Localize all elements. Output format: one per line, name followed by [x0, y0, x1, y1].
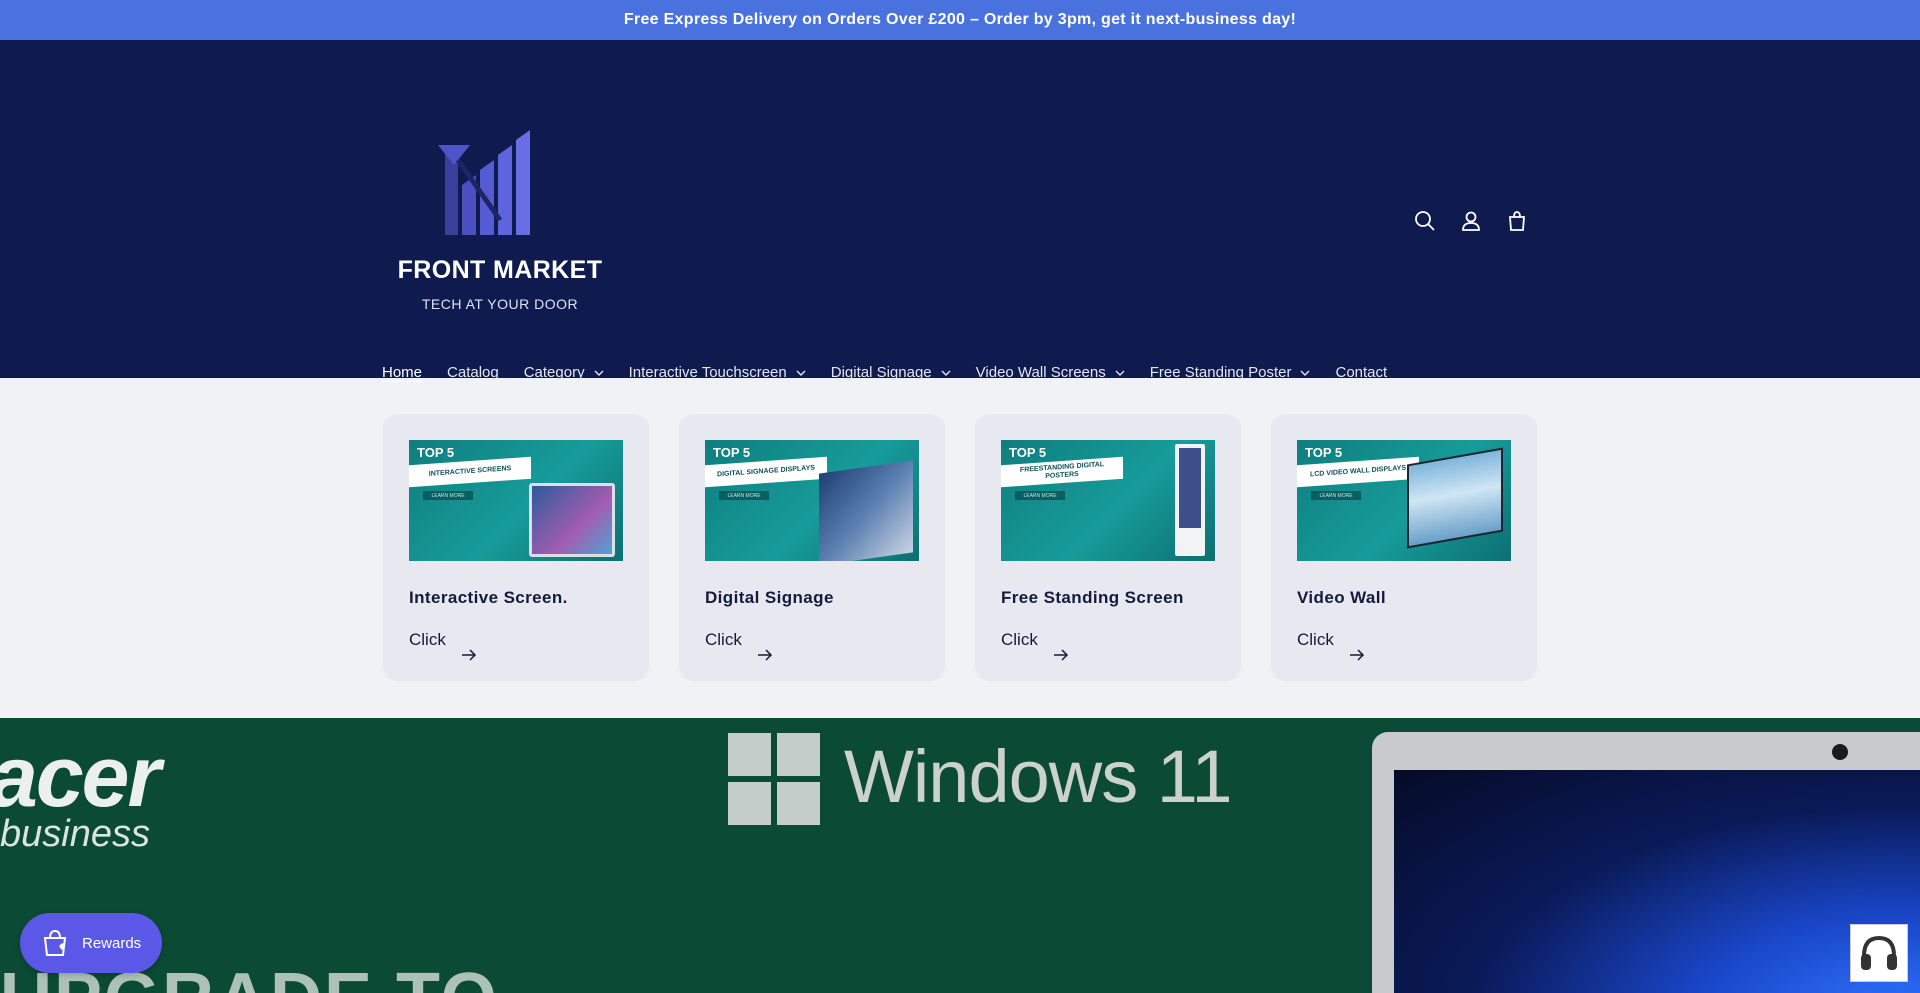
- nav-item-label: Interactive Touchscreen: [628, 364, 787, 381]
- card-link[interactable]: Click: [409, 630, 446, 650]
- webcam: [1832, 744, 1848, 760]
- thumb-learn-more: LEARN MORE: [719, 491, 769, 500]
- category-card[interactable]: TOP 5 FREESTANDING DIGITAL POSTERS LEARN M…: [975, 414, 1241, 681]
- nav-item-interactive-touchscreen[interactable]: Interactive Touchscreen: [629, 364, 806, 381]
- arrow-right-icon[interactable]: [1053, 649, 1069, 661]
- nav-item-free-standing-poster[interactable]: Free Standing Poster: [1150, 364, 1311, 381]
- thumb-label: LCD VIDEO WALL DISPLAYS: [1297, 456, 1419, 488]
- main-nav: Home Catalog Category Interactive Touchscre…: [382, 364, 1412, 381]
- chevron-down-icon: [796, 370, 806, 376]
- nav-item-digital-signage[interactable]: Digital Signage: [831, 364, 951, 381]
- nav-item-label: Catalog: [447, 364, 499, 381]
- card-title[interactable]: Digital Signage: [705, 588, 834, 608]
- promo-banner[interactable]: acer business Windows 11 UPGRADE TO: [0, 718, 1920, 993]
- nav-item-category[interactable]: Category: [524, 364, 604, 381]
- category-cards: TOP 5 INTERACTIVE SCREENS LEARN MORE Intera…: [383, 414, 1537, 681]
- nav-item-label: Category: [523, 364, 585, 381]
- logo-tagline: TECH AT YOUR DOOR: [421, 296, 579, 312]
- search-icon[interactable]: [1412, 208, 1438, 234]
- arrow-right-icon[interactable]: [461, 649, 477, 661]
- thumb-learn-more: LEARN MORE: [1015, 491, 1065, 500]
- thumb-top: TOP 5: [1305, 445, 1343, 460]
- headset-icon: [1861, 935, 1897, 970]
- announcement-bar: Free Express Delivery on Orders Over £20…: [0, 0, 1920, 40]
- chevron-down-icon: [1300, 370, 1310, 376]
- card-thumbnail[interactable]: TOP 5 INTERACTIVE SCREENS LEARN MORE: [409, 440, 623, 561]
- chevron-down-icon: [1115, 370, 1125, 376]
- site-header: FRONT MARKET TECH AT YOUR DOOR Home Catal…: [0, 40, 1920, 381]
- cart-icon[interactable]: [1504, 208, 1530, 234]
- windows-logo-icon: [728, 733, 820, 825]
- card-title[interactable]: Video Wall: [1297, 588, 1386, 608]
- nav-item-label: Contact: [1335, 364, 1388, 381]
- nav-item-home[interactable]: Home: [382, 364, 422, 381]
- card-title[interactable]: Free Standing Screen: [1001, 588, 1184, 608]
- nav-item-contact[interactable]: Contact: [1335, 364, 1387, 381]
- nav-item-label: Free Standing Poster: [1149, 364, 1292, 381]
- logo-brand: FRONT MARKET: [397, 256, 603, 284]
- signage-display-graphic: [819, 460, 913, 561]
- thumb-label: INTERACTIVE SCREENS: [409, 456, 531, 488]
- category-card[interactable]: TOP 5 INTERACTIVE SCREENS LEARN MORE Intera…: [383, 414, 649, 681]
- interactive-screen-graphic: [529, 483, 615, 557]
- card-title[interactable]: Interactive Screen.: [409, 588, 568, 608]
- logo-mark: [438, 130, 530, 235]
- laptop-screen: [1394, 770, 1920, 993]
- card-link[interactable]: Click: [705, 630, 742, 650]
- thumb-label: DIGITAL SIGNAGE DISPLAYS: [705, 456, 827, 488]
- card-link[interactable]: Click: [1001, 630, 1038, 650]
- rewards-button[interactable]: Rewards: [20, 913, 162, 973]
- arrow-right-icon[interactable]: [1349, 649, 1365, 661]
- nav-item-label: Home: [382, 364, 423, 381]
- thumb-top: TOP 5: [1009, 445, 1047, 460]
- nav-item-video-wall-screens[interactable]: Video Wall Screens: [976, 364, 1125, 381]
- thumb-learn-more: LEARN MORE: [423, 491, 473, 500]
- banner-os-text: Windows 11: [844, 735, 1233, 818]
- poster-stand-graphic: [1175, 444, 1205, 556]
- card-thumbnail[interactable]: TOP 5 FREESTANDING DIGITAL POSTERS LEARN M…: [1001, 440, 1215, 561]
- video-wall-graphic: [1407, 447, 1503, 549]
- rewards-label: Rewards: [82, 934, 142, 952]
- card-thumbnail[interactable]: TOP 5 DIGITAL SIGNAGE DISPLAYS LEARN MORE: [705, 440, 919, 561]
- thumb-top: TOP 5: [713, 445, 751, 460]
- arrow-right-icon[interactable]: [757, 649, 773, 661]
- account-icon[interactable]: [1458, 208, 1484, 234]
- chevron-down-icon: [941, 370, 951, 376]
- shopping-bag-heart-icon: [43, 929, 67, 956]
- laptop-image: [1372, 732, 1920, 993]
- banner-brand-sub: business: [0, 813, 150, 855]
- chevron-down-icon: [594, 370, 604, 376]
- category-card[interactable]: TOP 5 LCD VIDEO WALL DISPLAYS LEARN MORE Vi…: [1271, 414, 1537, 681]
- thumb-top: TOP 5: [417, 445, 455, 460]
- site-logo[interactable]: FRONT MARKET TECH AT YOUR DOOR: [380, 100, 620, 330]
- thumb-label: FREESTANDING DIGITAL POSTERS: [1001, 456, 1123, 488]
- nav-item-catalog[interactable]: Catalog: [447, 364, 499, 381]
- card-thumbnail[interactable]: TOP 5 LCD VIDEO WALL DISPLAYS LEARN MORE: [1297, 440, 1511, 561]
- header-icons: [1412, 208, 1530, 234]
- nav-item-label: Video Wall Screens: [975, 364, 1106, 381]
- announcement-text: Free Express Delivery on Orders Over £20…: [623, 11, 1297, 28]
- category-card[interactable]: TOP 5 DIGITAL SIGNAGE DISPLAYS LEARN MORE D…: [679, 414, 945, 681]
- thumb-learn-more: LEARN MORE: [1311, 491, 1361, 500]
- nav-item-label: Digital Signage: [830, 364, 932, 381]
- support-widget[interactable]: [1850, 924, 1908, 982]
- card-link[interactable]: Click: [1297, 630, 1334, 650]
